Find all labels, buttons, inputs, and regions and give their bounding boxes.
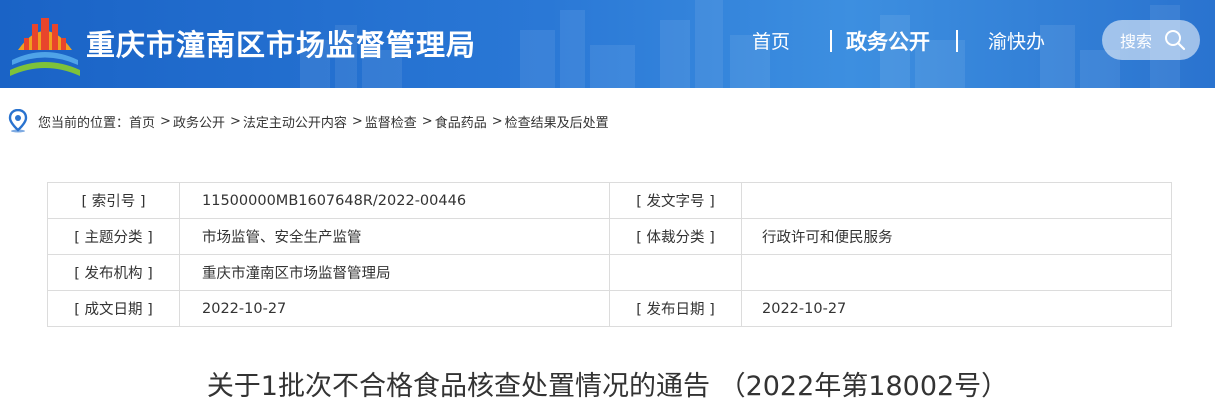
site-header: 重庆市潼南区市场监督管理局 首页 政务公开 渝快办 搜索 (0, 0, 1215, 88)
field-label: [ 发文字号 ] (609, 182, 742, 219)
search-label: 搜索 (1120, 32, 1153, 51)
table-row: [ 主题分类 ] 市场监管、安全生产监管 [ 体裁分类 ] 行政许可和便民服务 (47, 218, 1172, 255)
field-label: [ 体裁分类 ] (609, 218, 742, 255)
breadcrumb-item[interactable]: 监督检查 (365, 112, 417, 131)
table-row: [ 索引号 ] 11500000MB1607648R/2022-00446 [ … (47, 182, 1172, 219)
breadcrumb-item[interactable]: 法定主动公开内容 (243, 112, 347, 131)
breadcrumb-separator: > (351, 113, 363, 129)
search-icon (1165, 30, 1186, 51)
table-row: [ 发布机构 ] 重庆市潼南区市场监督管理局 (47, 254, 1172, 291)
location-pin-icon (8, 109, 28, 133)
field-value: 市场监管、安全生产监管 (179, 218, 610, 255)
breadcrumb-separator: > (160, 113, 171, 129)
bureau-logo[interactable] (10, 10, 80, 78)
nav-divider (956, 30, 958, 52)
breadcrumb-item[interactable]: 首页 (129, 112, 155, 131)
search-button[interactable]: 搜索 (1102, 20, 1200, 60)
field-label: [ 主题分类 ] (47, 218, 180, 255)
nav-divider (830, 30, 832, 52)
nav-gov-open[interactable]: 政务公开 (846, 26, 930, 56)
table-row: [ 成文日期 ] 2022-10-27 [ 发布日期 ] 2022-10-27 (47, 290, 1172, 327)
breadcrumb-item[interactable]: 政务公开 (173, 112, 225, 131)
breadcrumb-item[interactable]: 食品药品 (435, 112, 487, 131)
breadcrumb: 您当前的位置： 首页 > 政务公开 > 法定主动公开内容 > 监督检查 > 食品… (8, 108, 609, 134)
breadcrumb-separator: > (229, 113, 241, 129)
breadcrumb-item[interactable]: 检查结果及后处置 (505, 112, 609, 131)
document-title: 关于1批次不合格食品核查处置情况的通告 （2022年第18002号） (206, 371, 1009, 402)
field-value: 11500000MB1607648R/2022-00446 (179, 182, 610, 219)
nav-home[interactable]: 首页 (752, 27, 790, 57)
nav-yukuaiban[interactable]: 渝快办 (988, 27, 1045, 57)
site-title[interactable]: 重庆市潼南区市场监督管理局 (86, 22, 476, 64)
field-value: 重庆市潼南区市场监督管理局 (179, 254, 610, 291)
field-label: [ 索引号 ] (47, 182, 180, 219)
breadcrumb-prefix: 您当前的位置： (38, 115, 130, 131)
field-value: 2022-10-27 (741, 290, 1172, 327)
field-value (741, 182, 1172, 219)
field-value: 行政许可和便民服务 (741, 218, 1172, 255)
breadcrumb-separator: > (491, 113, 503, 129)
document-info-table: [ 索引号 ] 11500000MB1607648R/2022-00446 [ … (47, 182, 1172, 327)
field-label: [ 发布机构 ] (47, 254, 180, 291)
field-label: [ 发布日期 ] (609, 290, 742, 327)
field-label (609, 254, 742, 291)
field-value: 2022-10-27 (179, 290, 610, 327)
field-label: [ 成文日期 ] (47, 290, 180, 327)
field-value (741, 254, 1172, 291)
breadcrumb-separator: > (421, 113, 433, 129)
